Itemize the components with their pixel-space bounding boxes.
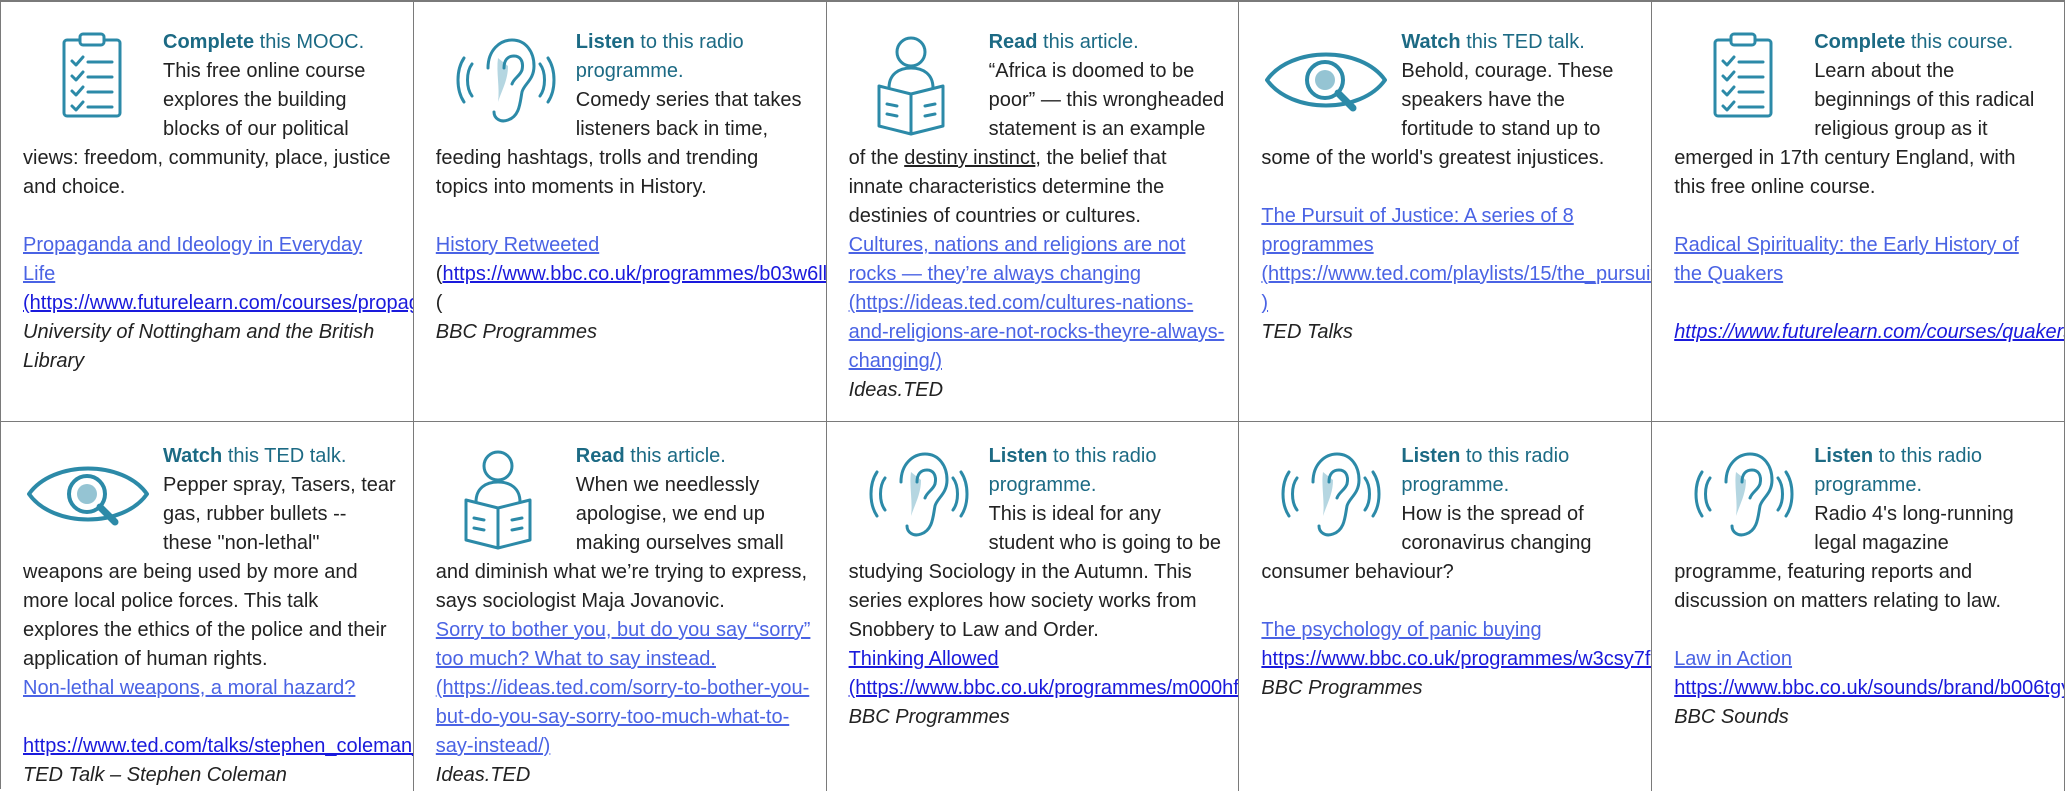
resource-source: TED Talk – Stephen Coleman [23,764,287,786]
card-verb: Read [575,445,625,467]
resource-title-link[interactable]: The Pursuit of Justice: A series of 8 pr… [1261,205,1651,314]
resource-title-link[interactable]: Thinking Allowed (https://www.bbc.co.uk/… [849,648,1239,699]
resource-title-link[interactable]: Non-lethal weapons, a moral hazard? [23,677,355,699]
reader-book-icon [436,442,566,554]
card-verb: Watch [1401,31,1461,53]
resource-card: Listen to this radio programme. Radio 4'… [1652,422,2065,791]
ear-sound-icon [436,28,566,140]
resource-card: Listen to this radio programme. How is t… [1239,422,1653,791]
resource-source: University of Nottingham and the British… [23,321,375,372]
ear-sound-icon [1674,442,1804,554]
resource-card: Watch this TED talk. Pepper spray, Taser… [1,422,414,791]
resource-title-link[interactable]: History Retweeted [436,234,599,256]
resource-card: Listen to this radio programme. This is … [827,422,1240,791]
card-heading-rest: this course. [1905,31,2014,53]
card-verb: Read [988,31,1038,53]
resource-url-link[interactable]: https://www.bbc.co.uk/programmes/b03w6ll… [442,263,825,285]
card-verb: Listen [1401,445,1461,467]
resource-source: Ideas.TED [435,764,531,786]
resource-source: BBC Programmes [435,321,597,343]
resource-card: Listen to this radio programme. Comedy s… [413,2,827,422]
resource-card: Complete this course. Learn about the be… [1652,2,2065,422]
resource-card: Read this article. “Africa is doomed to … [826,2,1240,422]
eye-magnifier-icon [23,442,153,554]
resource-source: BBC Programmes [848,706,1010,728]
resource-source: BBC Sounds [1674,706,1789,728]
reader-book-icon [849,28,979,140]
card-heading-rest: this TED talk. [1460,31,1585,53]
resource-url-link[interactable]: https://www.bbc.co.uk/programmes/w3csy7f… [1261,648,1651,670]
card-heading-rest: this article. [1037,31,1139,53]
card-verb: Watch [163,445,223,467]
resource-card: Read this article. When we needlessly ap… [414,422,827,791]
resource-title-link[interactable]: Cultures, nations and religions are not … [849,234,1225,372]
resource-url-link[interactable]: https://www.bbc.co.uk/sounds/brand/b006t… [1674,677,2064,699]
resource-grid: Complete this MOOC. This free online cou… [0,0,2065,791]
card-verb: Listen [988,445,1048,467]
resource-url-link[interactable]: https://www.futurelearn.com/courses/quak… [1674,321,2064,343]
resource-url-link[interactable]: https://www.ted.com/talks/stephen_colema… [23,735,413,757]
resource-source: TED Talks [1261,321,1353,343]
resource-title-link[interactable]: Sorry to bother you, but do you say “sor… [436,619,811,757]
resource-source: BBC Programmes [1261,677,1423,699]
card-verb: Complete [1814,31,1906,53]
resource-title-link[interactable]: Propaganda and Ideology in Everyday Life [23,234,362,285]
card-verb: Complete [163,31,255,53]
resource-card: Watch this TED talk. Behold, courage. Th… [1239,2,1653,422]
card-heading-rest: this MOOC. [254,31,365,53]
resource-source: Ideas.TED [848,379,944,401]
resource-title-link[interactable]: Radical Spirituality: the Early History … [1674,234,2019,285]
resource-url-link[interactable]: (https://www.futurelearn.com/courses/pro… [23,292,413,314]
card-heading-rest: this TED talk. [222,445,347,467]
clipboard-checklist-icon [23,28,153,140]
resource-title-link[interactable]: Law in Action [1674,648,1792,670]
clipboard-checklist-icon [1674,28,1804,140]
eye-magnifier-icon [1261,28,1391,140]
ear-sound-icon [1261,442,1391,554]
card-verb: Listen [1814,445,1874,467]
card-verb: Listen [575,31,635,53]
resource-title-link[interactable]: The psychology of panic buying [1261,619,1541,641]
url-close-text: ( [435,292,443,314]
card-heading-rest: this article. [624,445,726,467]
resource-card: Complete this MOOC. This free online cou… [1,2,414,422]
ear-sound-icon [849,442,979,554]
destiny-instinct-term: destiny instinct [904,147,1036,169]
